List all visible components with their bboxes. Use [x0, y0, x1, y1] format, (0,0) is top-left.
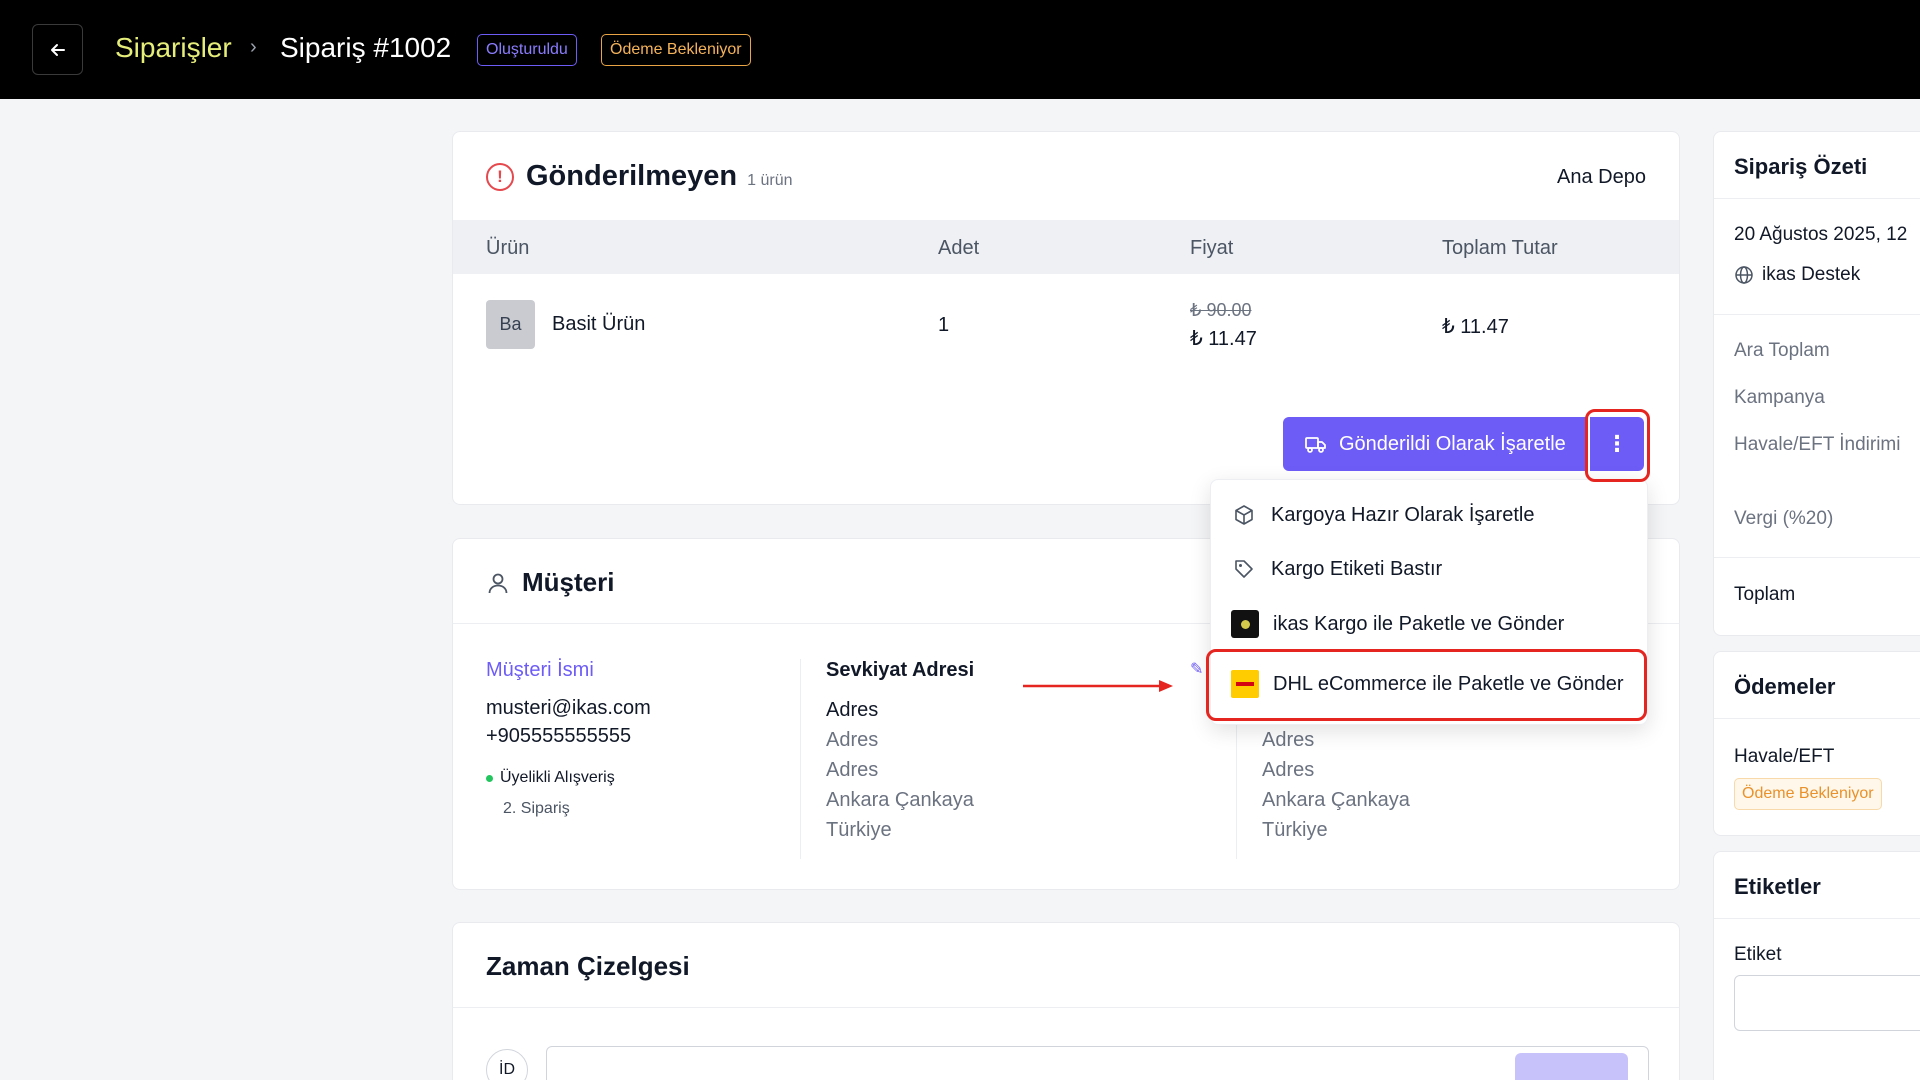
warehouse-label: Ana Depo: [1557, 166, 1646, 188]
column-divider: [800, 659, 801, 859]
divider: [1714, 718, 1920, 719]
back-button[interactable]: [32, 24, 83, 75]
arrow-left-icon: [50, 43, 65, 56]
payments-title: Ödemeler: [1734, 674, 1836, 699]
menu-item-mark-ready-for-shipping[interactable]: Kargoya Hazır Olarak İşaretle: [1231, 502, 1534, 528]
customer-name-link[interactable]: Müşteri İsmi: [486, 659, 594, 682]
product-name[interactable]: Basit Ürün: [552, 313, 645, 336]
table-header: Ürün Adet Fiyat Toplam Tutar: [453, 220, 1679, 274]
dhl-option-highlight: [1206, 649, 1647, 721]
mark-as-shipped-button[interactable]: Gönderildi Olarak İşaretle: [1283, 417, 1588, 471]
product-quantity: 1: [938, 314, 950, 336]
globe-icon: [1735, 266, 1753, 284]
tag-icon: [1231, 556, 1257, 582]
alert-icon: !: [486, 162, 514, 191]
ikas-cargo-logo: [1231, 610, 1259, 638]
order-date: 20 Ağustos 2025, 12: [1734, 224, 1908, 245]
order-count: 2. Sipariş: [503, 800, 570, 817]
divider: [1714, 557, 1920, 558]
unsent-count: 1 ürün: [747, 171, 793, 189]
shipping-address-line: Adres: [826, 729, 879, 751]
order-summary-title: Sipariş Özeti: [1734, 154, 1868, 179]
column-header-price: Fiyat: [1190, 237, 1234, 259]
subtotal-label: Ara Toplam: [1734, 340, 1830, 361]
unsent-items-card: ! Gönderilmeyen 1 ürün Ana Depo Ürün Ade…: [452, 131, 1680, 505]
divider: [1714, 918, 1920, 919]
payment-method: Havale/EFT: [1734, 746, 1835, 767]
comment-input[interactable]: [546, 1046, 1649, 1080]
edit-icon[interactable]: ✎: [1190, 659, 1203, 679]
membership-label: Üyelikli Alışveriş: [500, 769, 615, 786]
box-icon: [1231, 502, 1257, 528]
status-dot: [486, 774, 493, 782]
billing-address-line: Adres: [1262, 759, 1315, 781]
top-bar: Siparişler › Sipariş #1002 Oluşturuldu Ö…: [0, 0, 1920, 99]
total-label: Toplam: [1734, 584, 1796, 605]
send-comment-button[interactable]: [1515, 1053, 1628, 1080]
tag-input[interactable]: [1734, 975, 1920, 1031]
shipping-address-line: Türkiye: [826, 819, 892, 841]
user-icon: [488, 573, 508, 593]
menu-item-label: ikas Kargo ile Paketle ve Gönder: [1273, 612, 1565, 635]
arrow-right-icon: [1023, 680, 1173, 692]
tax-label: Vergi (%20): [1734, 508, 1834, 529]
page-title: Sipariş #1002: [280, 32, 452, 63]
order-summary-card: Sipariş Özeti 20 Ağustos 2025, 12 ikas D…: [1713, 131, 1920, 636]
truck-icon: [1305, 437, 1326, 453]
tags-card: Etiketler Etiket: [1713, 851, 1920, 1080]
product-total: ₺ 11.47: [1442, 316, 1509, 338]
table-row: Ba Basit Ürün: [486, 300, 645, 349]
divider: [1714, 198, 1920, 199]
mark-as-shipped-label: Gönderildi Olarak İşaretle: [1339, 432, 1566, 455]
transfer-discount-label: Havale/EFT İndirimi: [1734, 434, 1901, 455]
shipping-address-label: Sevkiyat Adresi: [826, 659, 975, 681]
tag-label: Etiket: [1734, 944, 1782, 965]
chevron-right-icon: ›: [250, 36, 257, 58]
payment-status-badge: Ödeme Bekleniyor: [601, 34, 751, 66]
billing-address-line: Adres: [1262, 729, 1315, 751]
shipping-address-line: Adres: [826, 759, 879, 781]
timeline-card: Zaman Çizelgesi İD: [452, 922, 1680, 1080]
billing-address-line: Türkiye: [1262, 819, 1328, 841]
customer-title: Müşteri: [522, 567, 615, 597]
more-button-highlight: [1585, 409, 1650, 482]
column-header-product: Ürün: [486, 237, 530, 259]
tags-title: Etiketler: [1734, 874, 1821, 899]
menu-item-label: Kargoya Hazır Olarak İşaretle: [1271, 503, 1535, 526]
unsent-title: Gönderilmeyen: [526, 160, 738, 192]
campaign-label: Kampanya: [1734, 387, 1825, 408]
column-header-total: Toplam Tutar: [1442, 237, 1558, 259]
menu-item-label: Kargo Etiketi Bastır: [1271, 557, 1443, 580]
product-price-old: ₺ 90.00: [1190, 300, 1252, 320]
membership-badge: Üyelikli Alışveriş: [486, 769, 615, 787]
payments-card: Ödemeler Havale/EFT Ödeme Bekleniyor: [1713, 651, 1920, 836]
sales-channel: ikas Destek: [1762, 264, 1861, 285]
payment-status-badge: Ödeme Bekleniyor: [1734, 778, 1882, 810]
customer-phone: +905555555555: [486, 725, 632, 747]
shipping-address-line: Adres: [826, 699, 879, 721]
menu-item-print-shipping-label[interactable]: Kargo Etiketi Bastır: [1231, 556, 1442, 582]
breadcrumb-orders-link[interactable]: Siparişler: [115, 32, 232, 64]
customer-email: musteri@ikas.com: [486, 697, 651, 719]
avatar: İD: [486, 1049, 528, 1080]
column-header-quantity: Adet: [938, 237, 980, 259]
status-badge: Oluşturuldu: [477, 34, 577, 66]
product-thumbnail: Ba: [486, 300, 535, 349]
shipping-address-line: Ankara Çankaya: [826, 789, 974, 811]
menu-item-ikas-cargo[interactable]: ikas Kargo ile Paketle ve Gönder: [1231, 610, 1564, 638]
divider: [1714, 314, 1920, 315]
product-price: ₺ 11.47: [1190, 328, 1257, 350]
billing-address-line: Ankara Çankaya: [1262, 789, 1410, 811]
timeline-title: Zaman Çizelgesi: [486, 951, 690, 981]
divider: [453, 1007, 1679, 1008]
